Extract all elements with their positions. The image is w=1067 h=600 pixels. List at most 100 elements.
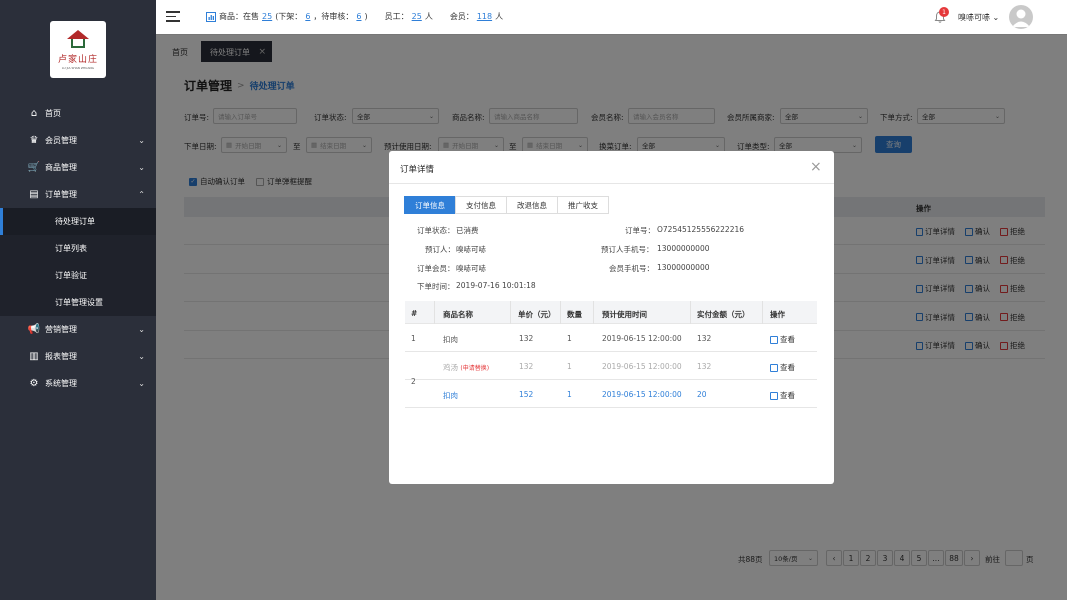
menu-item-label: 订单管理 bbox=[45, 190, 77, 199]
modal-header: 订单详情 × bbox=[389, 151, 834, 184]
staff-unit: 人 bbox=[424, 12, 433, 21]
order-no-label: 订单号： bbox=[625, 226, 655, 235]
member-phone-label: 会员手机号： bbox=[609, 264, 654, 273]
chevron-down-icon: ⌄ bbox=[138, 163, 145, 172]
modal-tabs: 订单信息 支付信息 改退信息 推广收支 bbox=[404, 196, 609, 214]
sub-item-order-list[interactable]: 订单列表 bbox=[0, 235, 156, 262]
member-phone-value: 13000000000 bbox=[657, 263, 710, 272]
menu-item-system[interactable]: ⚙ 系统管理 ⌄ bbox=[0, 370, 156, 397]
view-icon bbox=[770, 391, 778, 400]
avatar[interactable] bbox=[1009, 5, 1033, 29]
view-button[interactable]: 查看 bbox=[770, 390, 795, 401]
row-use-time: 2019-06-15 12:00:00 bbox=[602, 334, 682, 343]
off-label: (下架： bbox=[275, 12, 303, 21]
logo: 卢家山庄 LU JIA SHAN ZHUANG bbox=[50, 21, 106, 78]
menu-item-label: 系统管理 bbox=[45, 379, 77, 388]
chevron-up-icon: ⌃ bbox=[138, 190, 145, 199]
items-table-header: # 商品名称 单价（元） 数量 预计使用时间 实付金额（元） 操作 bbox=[405, 301, 817, 324]
order-time-value: 2019-07-16 10:01:18 bbox=[456, 281, 536, 290]
sub-item-pending-orders[interactable]: 待处理订单 bbox=[0, 208, 156, 235]
row-price: 132 bbox=[519, 362, 534, 371]
order-member-label: 订单会员： bbox=[417, 264, 455, 273]
row-index: 1 bbox=[411, 334, 416, 343]
modal-title: 订单详情 bbox=[400, 165, 435, 175]
view-label: 查看 bbox=[780, 335, 795, 344]
view-label: 查看 bbox=[780, 391, 795, 400]
view-icon bbox=[770, 363, 778, 372]
order-detail-modal: 订单详情 × 订单信息 支付信息 改退信息 推广收支 订单状态： 已消费 订单号… bbox=[389, 151, 834, 484]
table-row: 扣肉 152 1 2019-06-15 12:00:00 20 查看 bbox=[405, 380, 817, 408]
top-bar: 商品：在售 25 (下架： 6 ，待审核： 6 ) 员工： 25 人 会员： 1… bbox=[156, 0, 1067, 34]
staff-count[interactable]: 25 bbox=[412, 12, 422, 21]
row-price: 132 bbox=[519, 334, 534, 343]
view-label: 查看 bbox=[780, 363, 795, 372]
megaphone-icon: 📢 bbox=[27, 324, 41, 335]
side-menu: ⌂ 首页 ♛ 会员管理 ⌄ 🛒 商品管理 ⌄ ▤ 订单管理 ⌃ 待处理订单 订单… bbox=[0, 100, 156, 397]
col-name: 商品名称 bbox=[443, 310, 473, 319]
menu-item-goods[interactable]: 🛒 商品管理 ⌄ bbox=[0, 154, 156, 181]
sidebar: 卢家山庄 LU JIA SHAN ZHUANG ⌂ 首页 ♛ 会员管理 ⌄ 🛒 … bbox=[0, 0, 156, 600]
order-list-icon: ▤ bbox=[29, 189, 39, 200]
bar-chart-icon: ▥ bbox=[29, 351, 39, 362]
menu-toggle-icon[interactable] bbox=[166, 11, 180, 22]
sub-item-order-verify[interactable]: 订单验证 bbox=[0, 262, 156, 289]
member-unit: 人 bbox=[495, 12, 504, 21]
order-member-value: 嗅哧可哧 bbox=[456, 264, 486, 273]
table-row: 1 扣肉 132 1 2019-06-15 12:00:00 132 查看 bbox=[405, 324, 817, 352]
logo-subtitle: LU JIA SHAN ZHUANG bbox=[62, 65, 94, 70]
menu-item-label: 会员管理 bbox=[45, 136, 77, 145]
table-row: 鸡汤 (申请替换) 132 1 2019-06-15 12:00:00 132 … bbox=[405, 352, 817, 380]
menu-item-marketing[interactable]: 📢 营销管理 ⌄ bbox=[0, 316, 156, 343]
view-icon bbox=[770, 335, 778, 344]
review-count[interactable]: 6 bbox=[356, 12, 361, 21]
col-op: 操作 bbox=[770, 310, 785, 319]
tab-order-info[interactable]: 订单信息 bbox=[404, 196, 456, 214]
col-use-time: 预计使用时间 bbox=[602, 310, 647, 319]
staff-label: 员工： bbox=[384, 12, 409, 21]
home-icon: ⌂ bbox=[30, 108, 38, 119]
menu-item-home[interactable]: ⌂ 首页 bbox=[0, 100, 156, 127]
col-index: # bbox=[411, 309, 418, 318]
view-button[interactable]: 查看 bbox=[770, 362, 795, 373]
member-label: 会员： bbox=[449, 12, 474, 21]
tab-refund-info[interactable]: 改退信息 bbox=[506, 196, 558, 214]
row-qty: 1 bbox=[567, 390, 572, 399]
order-no-value: O72545125556222216 bbox=[657, 225, 745, 234]
sub-item-order-settings[interactable]: 订单管理设置 bbox=[0, 289, 156, 316]
close-paren: ) bbox=[364, 12, 368, 21]
stats-chart-icon bbox=[206, 11, 216, 22]
tab-promotion[interactable]: 推广收支 bbox=[557, 196, 609, 214]
view-button[interactable]: 查看 bbox=[770, 334, 795, 345]
chevron-down-icon: ⌄ bbox=[138, 352, 145, 361]
col-paid: 实付金额（元） bbox=[697, 310, 750, 319]
user-name: 嗅哧可哧 bbox=[958, 13, 990, 22]
status-value: 已消费 bbox=[456, 226, 479, 235]
chevron-down-icon: ⌄ bbox=[138, 379, 145, 388]
tab-payment-info[interactable]: 支付信息 bbox=[455, 196, 507, 214]
menu-item-label: 报表管理 bbox=[45, 352, 77, 361]
notification-badge: 1 bbox=[939, 7, 949, 17]
replace-request-tag: (申请替换) bbox=[460, 365, 490, 372]
booker-value: 嗅哧可哧 bbox=[456, 245, 486, 254]
menu-item-orders[interactable]: ▤ 订单管理 ⌃ bbox=[0, 181, 156, 208]
row-use-time: 2019-06-15 12:00:00 bbox=[602, 390, 682, 399]
row-paid: 132 bbox=[697, 362, 712, 371]
member-count[interactable]: 118 bbox=[477, 12, 492, 21]
on-sale-count[interactable]: 25 bbox=[262, 12, 272, 21]
menu-item-members[interactable]: ♛ 会员管理 ⌄ bbox=[0, 127, 156, 154]
user-menu[interactable]: 嗅哧可哧 ⌄ bbox=[958, 12, 999, 23]
col-qty: 数量 bbox=[567, 310, 582, 319]
goods-label: 商品：在售 bbox=[219, 12, 259, 21]
off-count[interactable]: 6 bbox=[305, 12, 310, 21]
menu-item-label: 商品管理 bbox=[45, 163, 77, 172]
chevron-down-icon: ⌄ bbox=[138, 325, 145, 334]
stats-summary: 商品：在售 25 (下架： 6 ，待审核： 6 ) 员工： 25 人 会员： 1… bbox=[206, 11, 503, 22]
chevron-down-icon: ⌄ bbox=[992, 13, 1000, 22]
menu-item-reports[interactable]: ▥ 报表管理 ⌄ bbox=[0, 343, 156, 370]
close-icon[interactable]: × bbox=[810, 159, 822, 175]
row-qty: 1 bbox=[567, 334, 572, 343]
row-qty: 1 bbox=[567, 362, 572, 371]
row-paid: 132 bbox=[697, 334, 712, 343]
booker-phone-label: 预订人手机号： bbox=[601, 245, 654, 254]
gear-icon: ⚙ bbox=[29, 378, 39, 389]
